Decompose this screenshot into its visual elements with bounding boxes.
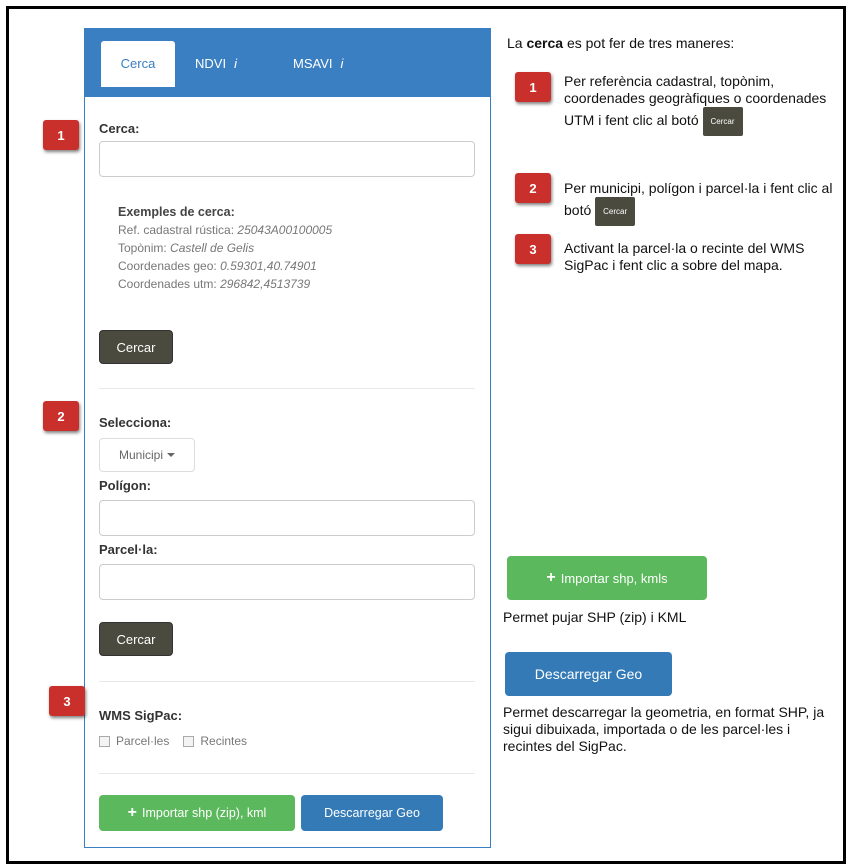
step-badge-1: 1 (43, 120, 79, 150)
plus-icon: + (127, 804, 137, 821)
download-geo-button[interactable]: Descarregar Geo (301, 795, 443, 831)
search-label: Cerca: (99, 121, 140, 136)
dropdown-value: Municipi (118, 448, 163, 462)
explain-cercar-button: Cercar (702, 107, 743, 136)
divider (99, 681, 475, 682)
explain-intro: La cerca es pot fer de tres maneres: (507, 35, 735, 51)
select-search-button[interactable]: Cercar (99, 622, 173, 656)
search-input[interactable] (99, 141, 475, 177)
explain-item-2: Per municipi, polígon i parcel·la i fent… (564, 180, 834, 226)
tab-ndvi[interactable]: NDVI i (195, 41, 237, 87)
tab-ndvi-label: NDVI (195, 56, 227, 71)
recintes-checkbox[interactable]: Recintes (183, 734, 247, 748)
import-shp-kml-label: Importar shp, kmls (560, 570, 668, 586)
import-label: Importar shp (zip), kml (142, 806, 267, 820)
search-button[interactable]: Cercar (99, 330, 173, 364)
import-desc: Permet pujar SHP (zip) i KML (503, 609, 687, 625)
example-cadastral: Ref. cadastral rústica: 25043A00100005 (118, 223, 333, 237)
search-panel: Cerca NDVI i MSAVI i Cerca: Exemples de ce… (84, 28, 491, 848)
ndvi-info-icon[interactable]: i (234, 56, 237, 71)
explain-item-3: Activant la parcel·la o recinte del WMS … (564, 240, 805, 273)
wms-checkboxes: Parcel·les Recintes (99, 734, 261, 748)
chevron-down-icon (167, 453, 175, 457)
divider (99, 773, 475, 774)
explain-badge-1: 1 (515, 72, 551, 102)
example-geo: Coordenades geo: 0.59301,40.74901 (118, 259, 317, 273)
descarregar-geo-button[interactable]: Descarregar Geo (505, 652, 672, 696)
poligon-label: Polígon: (99, 478, 151, 493)
step-badge-3: 3 (49, 686, 85, 716)
example-utm: Coordenades utm: 296842,4513739 (118, 277, 311, 291)
intro-bold: cerca (526, 35, 564, 51)
explain-item-1: Per referència cadastral, topònim, coord… (564, 73, 834, 136)
msavi-info-icon[interactable]: i (341, 56, 344, 71)
parcela-label: Parcel·la: (99, 542, 158, 557)
download-desc: Permet descarregar la geometria, en form… (503, 704, 825, 754)
select-label: Selecciona: (99, 415, 172, 430)
parcela-input[interactable] (99, 564, 475, 600)
import-shp-kml-button[interactable]: + Importar shp, kmls (507, 556, 707, 600)
example-toponim: Topònim: Castell de Gelis (118, 241, 255, 255)
tab-msavi[interactable]: MSAVI i (293, 41, 343, 87)
divider (99, 388, 475, 389)
import-shp-button[interactable]: + Importar shp (zip), kml (99, 795, 295, 831)
explain-item-1-text: Per referència cadastral, topònim, coord… (564, 73, 827, 129)
examples-title: Exemples de cerca: (118, 205, 235, 219)
checkbox-box[interactable] (183, 735, 195, 747)
poligon-input[interactable] (99, 500, 475, 536)
wms-label: WMS SigPac: (99, 708, 183, 723)
search-examples: Exemples de cerca: Ref. cadastral rústic… (118, 203, 332, 293)
step-badge-2: 2 (43, 401, 79, 431)
municipi-dropdown[interactable]: Municipi (99, 438, 195, 472)
panel-tab-bar: Cerca NDVI i MSAVI i (85, 29, 490, 97)
tab-cerca[interactable]: Cerca (101, 41, 175, 87)
explain-badge-2: 2 (515, 173, 551, 203)
explain-cercar-button: Cercar (595, 197, 636, 226)
explain-badge-3: 3 (515, 234, 551, 264)
tab-cerca-label: Cerca (120, 56, 156, 71)
recintes-label: Recintes (200, 734, 248, 748)
parceles-checkbox[interactable]: Parcel·les (99, 734, 169, 748)
tab-msavi-label: MSAVI (293, 56, 333, 71)
plus-icon: + (546, 569, 556, 586)
checkbox-box[interactable] (99, 735, 110, 747)
parceles-label: Parcel·les (116, 734, 170, 748)
